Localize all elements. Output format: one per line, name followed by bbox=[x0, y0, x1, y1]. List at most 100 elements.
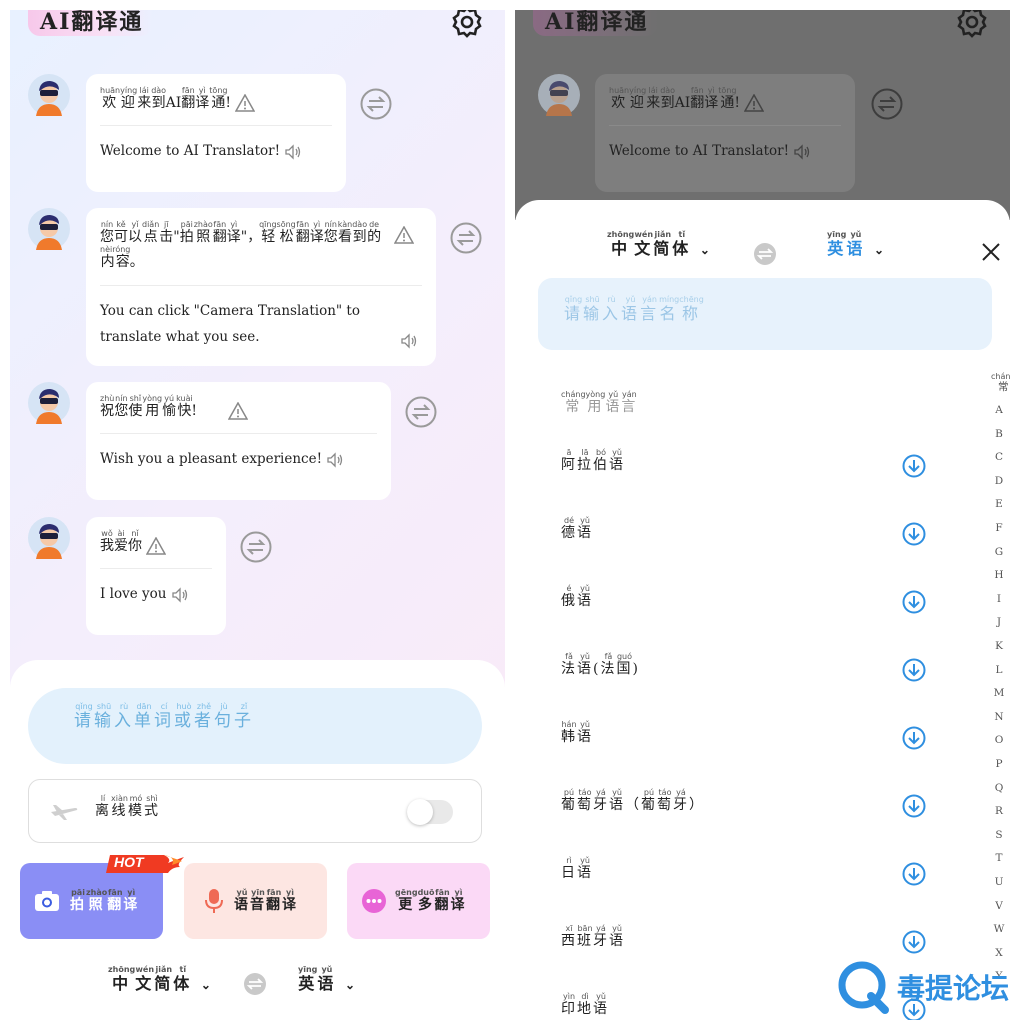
speaker-icon bbox=[794, 143, 810, 160]
speaker-icon[interactable] bbox=[326, 451, 344, 469]
swap-translate-icon[interactable] bbox=[240, 531, 272, 563]
download-icon[interactable] bbox=[902, 658, 926, 682]
index-letter[interactable]: O bbox=[991, 734, 1007, 746]
close-icon[interactable] bbox=[981, 242, 1001, 262]
hot-badge-text: HOT bbox=[114, 854, 144, 870]
language-search-input[interactable]: 请qǐng输shū入rù语yǔ言yán名míng称chēng bbox=[538, 278, 992, 350]
ruby-char: 爱ài bbox=[114, 529, 128, 554]
index-letter[interactable]: G bbox=[991, 546, 1007, 558]
ruby-char: 地dì bbox=[577, 992, 593, 1017]
ruby-char: 体tǐ bbox=[173, 965, 193, 993]
voice-translate-button[interactable]: 语yǔ音yīn翻fān译yì bbox=[184, 863, 327, 939]
report-warning-icon[interactable] bbox=[235, 94, 256, 112]
index-letter[interactable]: D bbox=[991, 475, 1007, 487]
download-icon[interactable] bbox=[902, 726, 926, 750]
index-letter[interactable]: X bbox=[991, 947, 1007, 959]
ruby-char: 照zhào bbox=[193, 220, 213, 245]
ruby-char: 单dān bbox=[134, 702, 154, 731]
download-icon[interactable] bbox=[902, 522, 926, 546]
download-icon[interactable] bbox=[902, 590, 926, 614]
report-warning-icon[interactable] bbox=[394, 226, 414, 244]
speaker-icon[interactable] bbox=[400, 332, 418, 350]
language-row[interactable]: 法fǎ语yǔ(法fǎ国guó) bbox=[561, 652, 640, 678]
ruby-char: 拍pāi bbox=[70, 888, 86, 913]
index-letter[interactable]: M bbox=[991, 687, 1007, 699]
ruby-char: 离lí bbox=[95, 794, 111, 819]
language-row[interactable]: 葡pú萄táo牙yá语yǔ（葡pú萄táo牙yá） bbox=[561, 788, 705, 814]
swap-translate-icon[interactable] bbox=[405, 396, 437, 428]
index-letter[interactable]: K bbox=[991, 640, 1007, 652]
index-letter[interactable]: F bbox=[991, 522, 1007, 534]
ruby-char: 日rì bbox=[561, 856, 577, 881]
message-english-text: Welcome to AI Translator! bbox=[100, 143, 280, 159]
language-row[interactable]: 阿ā拉lā伯bó语yǔ bbox=[561, 448, 625, 474]
ruby-char: 欢迎huānyíng bbox=[609, 86, 647, 111]
picker-target-label: 英yīng语yǔ bbox=[827, 230, 865, 258]
language-row[interactable]: 西xī班bān牙yá语yǔ bbox=[561, 924, 625, 950]
ruby-char: 翻fān bbox=[107, 888, 124, 913]
offline-mode-toggle[interactable] bbox=[407, 799, 453, 825]
settings-gear-icon[interactable] bbox=[449, 10, 485, 40]
download-icon[interactable] bbox=[902, 862, 926, 886]
language-row[interactable]: 印yìn地dì语yǔ bbox=[561, 992, 609, 1018]
index-letter[interactable]: N bbox=[991, 711, 1007, 723]
index-letter[interactable]: E bbox=[991, 498, 1007, 510]
language-row[interactable]: 韩hán语yǔ bbox=[561, 720, 593, 746]
message-chinese-text: 您nín可kě以yǐ点diǎn击jī"拍pāi照zhào翻fān译yì"，轻松q… bbox=[100, 220, 400, 275]
swap-language-icon[interactable] bbox=[243, 972, 267, 996]
index-letter[interactable]: Q bbox=[991, 782, 1007, 794]
index-letter[interactable]: B bbox=[991, 428, 1007, 440]
index-letter[interactable]: U bbox=[991, 876, 1007, 888]
speaker-icon[interactable] bbox=[171, 586, 189, 604]
more-translate-button[interactable]: 更gēng多duō翻fān译yì bbox=[347, 863, 490, 939]
index-letter[interactable]: T bbox=[991, 852, 1007, 864]
picker-target-language[interactable]: 英yīng语yǔ ⌄ bbox=[827, 230, 887, 259]
ruby-char: 到dào bbox=[660, 86, 676, 111]
index-letter[interactable]: W bbox=[991, 923, 1007, 935]
chat-bubble: 欢迎huānyíng来lái到dàoAI翻fān译yì通tōng! Welcom… bbox=[86, 74, 346, 192]
chat-bubble: 您nín可kě以yǐ点diǎn击jī"拍pāi照zhào翻fān译yì"，轻松q… bbox=[86, 208, 436, 366]
ruby-text: 我wǒ爱ài你nǐ bbox=[100, 529, 142, 554]
language-row[interactable]: 德dé语yǔ bbox=[561, 516, 593, 542]
index-letter[interactable]: P bbox=[991, 758, 1007, 770]
download-icon[interactable] bbox=[902, 794, 926, 818]
source-language-selector[interactable]: 中zhōng文wén简jiǎn体tǐ ⌄ bbox=[108, 965, 214, 994]
divider bbox=[100, 125, 332, 126]
ruby-char: 常cháng bbox=[561, 390, 586, 415]
ruby-char: 言yán bbox=[621, 390, 638, 415]
ruby-char: 文wén bbox=[135, 965, 155, 993]
swap-language-icon[interactable] bbox=[753, 242, 777, 266]
index-letter[interactable]: R bbox=[991, 805, 1007, 817]
report-warning-icon[interactable] bbox=[228, 402, 249, 420]
ruby-char: 轻松qīngsōng bbox=[259, 220, 296, 245]
download-icon[interactable] bbox=[902, 930, 926, 954]
swap-translate-icon[interactable] bbox=[360, 88, 392, 120]
index-letter[interactable]: C bbox=[991, 451, 1007, 463]
language-row[interactable]: 日rì语yǔ bbox=[561, 856, 593, 882]
index-letter[interactable]: J bbox=[991, 616, 1007, 628]
chat-bubble: 我wǒ爱ài你nǐ I love you bbox=[86, 517, 226, 635]
camera-icon bbox=[35, 891, 59, 911]
picker-source-language[interactable]: 中zhōng文wén简jiǎn体tǐ ⌄ bbox=[607, 230, 713, 259]
text-input[interactable]: 请qǐng输shū入rù单dān词cí或huò者zhě句jù子zǐ bbox=[28, 688, 482, 764]
index-letter[interactable]: H bbox=[991, 569, 1007, 581]
index-common[interactable]: 常cháng bbox=[991, 372, 1010, 394]
language-row[interactable]: 俄é语yǔ bbox=[561, 584, 593, 610]
index-letter[interactable]: I bbox=[991, 593, 1007, 605]
voice-translate-label: 语yǔ音yīn翻fān译yì bbox=[234, 888, 298, 914]
swap-translate-icon[interactable] bbox=[450, 222, 482, 254]
index-letter[interactable]: V bbox=[991, 900, 1007, 912]
index-letter[interactable]: S bbox=[991, 829, 1007, 841]
ruby-char: 俄é bbox=[561, 584, 577, 609]
index-letter[interactable]: A bbox=[991, 404, 1007, 416]
message-chinese-text: 欢迎huānyíng来lái到dàoAI翻fān译yì通tōng! bbox=[609, 86, 841, 115]
speaker-icon[interactable] bbox=[284, 143, 302, 161]
ruby-char: 中zhōng bbox=[607, 230, 635, 258]
target-language-selector[interactable]: 英yīng语yǔ ⌄ bbox=[298, 965, 358, 994]
report-warning-icon[interactable] bbox=[146, 537, 167, 555]
ruby-char: 音yīn bbox=[250, 888, 266, 913]
index-letter[interactable]: L bbox=[991, 664, 1007, 676]
input-placeholder: 请qǐng输shū入rù单dān词cí或huò者zhě句jù子zǐ bbox=[74, 702, 254, 731]
download-icon[interactable] bbox=[902, 454, 926, 478]
forum-watermark: 毒提论坛 bbox=[835, 958, 1009, 1016]
